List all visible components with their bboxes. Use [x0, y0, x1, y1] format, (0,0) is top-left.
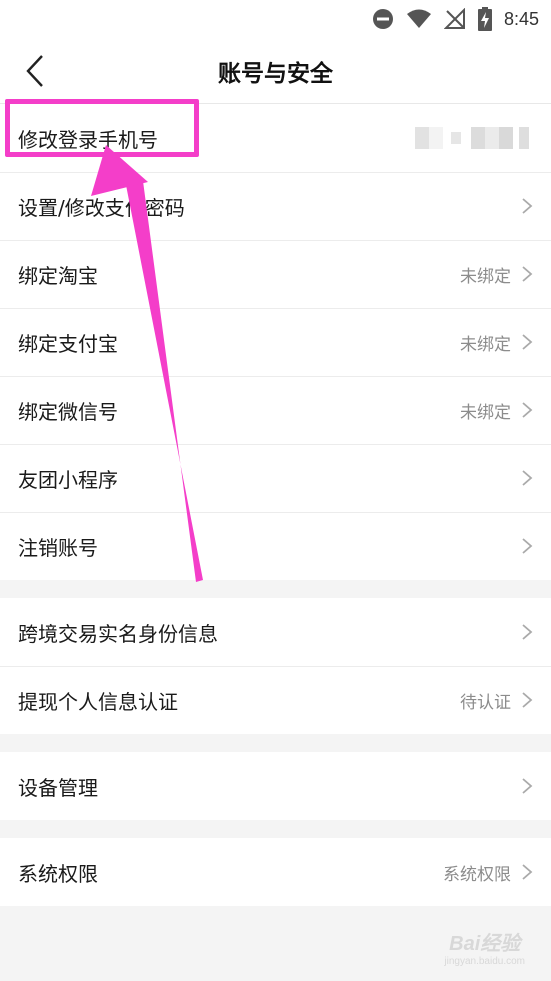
settings-row-payment-password[interactable]: 设置/修改支付密码 — [0, 172, 551, 240]
watermark-logo: Bai经验 — [449, 933, 521, 955]
settings-row-label: 跨境交易实名身份信息 — [18, 621, 218, 646]
settings-row-device-management[interactable]: 设备管理 — [0, 752, 551, 820]
masked-phone-number — [415, 127, 529, 149]
settings-row-withdraw-verification[interactable]: 提现个人信息认证 待认证 — [0, 666, 551, 734]
settings-group-devices: 设备管理 — [0, 752, 551, 820]
settings-row-change-phone[interactable]: 修改登录手机号 — [0, 104, 551, 172]
no-signal-icon — [443, 8, 466, 30]
settings-row-label: 设置/修改支付密码 — [18, 195, 185, 220]
wifi-icon — [406, 9, 432, 29]
status-time: 8:45 — [503, 8, 539, 29]
settings-row-label: 绑定微信号 — [18, 399, 118, 424]
chevron-right-icon — [521, 537, 533, 555]
watermark: Bai经验 jingyan.baidu.com — [444, 927, 525, 967]
settings-group-verification: 跨境交易实名身份信息 提现个人信息认证 待认证 — [0, 598, 551, 734]
settings-row-label: 提现个人信息认证 — [18, 689, 178, 714]
chevron-right-icon — [521, 863, 533, 881]
watermark-url: jingyan.baidu.com — [444, 956, 525, 967]
chevron-right-icon — [521, 333, 533, 351]
settings-row-label: 设备管理 — [18, 775, 98, 800]
settings-row-delete-account[interactable]: 注销账号 — [0, 512, 551, 580]
group-divider — [0, 580, 551, 598]
chevron-right-icon — [521, 777, 533, 795]
settings-row-label: 绑定淘宝 — [18, 263, 98, 288]
settings-row-bind-taobao[interactable]: 绑定淘宝 未绑定 — [0, 240, 551, 308]
do-not-disturb-icon — [372, 8, 394, 30]
chevron-right-icon — [521, 623, 533, 641]
battery-charging-icon — [477, 7, 492, 31]
chevron-right-icon — [521, 265, 533, 283]
chevron-right-icon — [521, 691, 533, 709]
page-title: 账号与安全 — [218, 60, 333, 87]
settings-row-label: 注销账号 — [18, 535, 98, 560]
back-arrow-icon — [26, 55, 43, 87]
settings-row-value: 未绑定 — [460, 266, 511, 287]
settings-row-mini-program[interactable]: 友团小程序 — [0, 444, 551, 512]
chevron-right-icon — [521, 469, 533, 487]
settings-row-label: 友团小程序 — [18, 467, 118, 492]
settings-row-label: 系统权限 — [18, 861, 98, 886]
settings-row-cross-border-identity[interactable]: 跨境交易实名身份信息 — [0, 598, 551, 666]
settings-row-system-permissions[interactable]: 系统权限 系统权限 — [0, 838, 551, 906]
settings-row-value: 未绑定 — [460, 402, 511, 423]
chevron-right-icon — [521, 197, 533, 215]
settings-row-bind-wechat[interactable]: 绑定微信号 未绑定 — [0, 376, 551, 444]
settings-group-account: 修改登录手机号 设置/修改支付密码 绑定淘宝 未绑定 绑定支付宝 未绑定 绑定微… — [0, 104, 551, 580]
settings-row-label: 修改登录手机号 — [18, 127, 158, 152]
chevron-right-icon — [521, 401, 533, 419]
navigation-bar: 账号与安全 — [0, 38, 551, 104]
group-divider — [0, 820, 551, 838]
back-button[interactable] — [18, 54, 52, 88]
status-bar: 8:45 — [0, 0, 551, 38]
settings-row-bind-alipay[interactable]: 绑定支付宝 未绑定 — [0, 308, 551, 376]
settings-row-label: 绑定支付宝 — [18, 331, 118, 356]
settings-row-value: 系统权限 — [443, 864, 511, 885]
settings-group-permissions: 系统权限 系统权限 — [0, 838, 551, 906]
settings-row-value: 待认证 — [460, 692, 511, 713]
group-divider — [0, 734, 551, 752]
settings-row-value: 未绑定 — [460, 334, 511, 355]
